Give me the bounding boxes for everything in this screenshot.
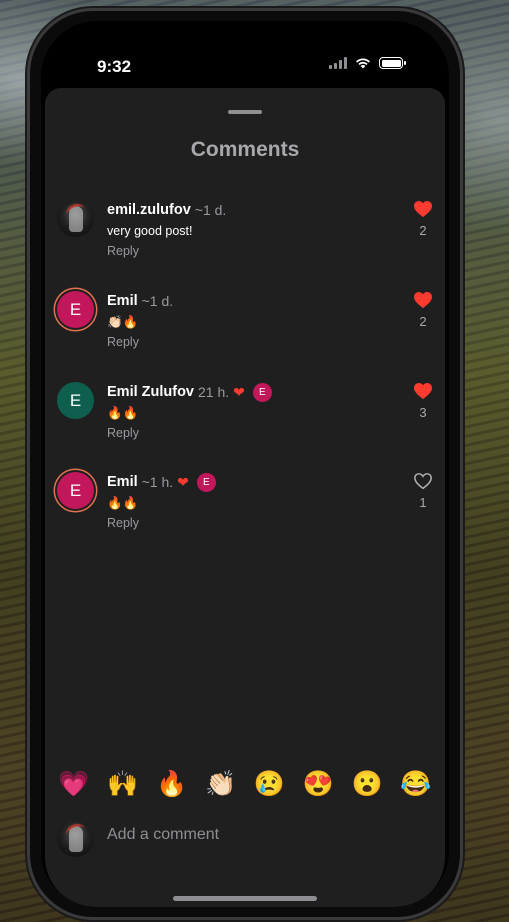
avatar[interactable] [57,200,94,237]
comment-text: 👏🏻🔥 [107,315,139,329]
reaction-clap-button[interactable]: 👏🏻 [204,767,238,801]
comment-text: 🔥🔥 [107,496,139,510]
heart-filled-icon[interactable] [413,291,433,309]
reaction-raised-hands-button[interactable]: 🙌 [106,767,140,801]
reaction-surprised-button[interactable]: 😮 [350,767,384,801]
comment-body: Emil Zulufov 21 h. ❤ E 🔥🔥 Reply [107,382,272,440]
comment-body: Emil ~1 d. 👏🏻🔥 Reply [107,291,173,349]
current-user-avatar [57,820,94,857]
like-control: 1 [411,472,435,510]
comment-username[interactable]: Emil [107,474,138,490]
author-mini-avatar: E [196,472,216,492]
avatar[interactable]: E [57,382,94,419]
comment-item: emil.zulufov ~1 d. very good post! Reply… [57,200,435,270]
like-count: 1 [419,495,427,510]
comment-header: emil.zulufov ~1 d. [107,200,226,220]
status-icons [329,57,406,69]
quick-reactions-bar: 💗 🙌 🔥 👏🏻 😢 😍 😮 😂 [53,767,437,801]
heart-filled-icon[interactable] [413,200,433,218]
comment-item: E Emil Zulufov 21 h. ❤ E 🔥🔥 Reply 3 [57,382,435,452]
comment-time: ~1 h. [141,474,174,490]
reply-button[interactable]: Reply [107,244,226,258]
like-count: 3 [419,405,427,420]
comment-body: emil.zulufov ~1 d. very good post! Reply [107,200,226,258]
like-control: 2 [411,291,435,329]
comment-header: Emil Zulufov 21 h. ❤ E [107,382,272,402]
reply-button[interactable]: Reply [107,335,173,349]
cellular-signal-icon [329,57,347,69]
like-control: 2 [411,200,435,238]
status-time: 9:32 [97,57,132,76]
comment-item: E Emil ~1 h. ❤ E 🔥🔥 Reply 1 [57,472,435,542]
comment-header: Emil ~1 d. [107,291,173,311]
sheet-grabber[interactable] [228,110,262,114]
add-comment-input[interactable] [107,826,397,844]
comment-username[interactable]: emil.zulufov [107,202,191,218]
reaction-heart-button[interactable]: 💗 [57,767,91,801]
home-indicator[interactable] [173,896,317,901]
author-liked-heart-icon: ❤ [177,474,189,490]
phone-screen: 9:32 Comments emil.zulufov ~1 d. very go… [41,21,449,907]
comment-text: 🔥🔥 [107,406,139,420]
battery-icon [379,57,406,69]
comment-body: Emil ~1 h. ❤ E 🔥🔥 Reply [107,472,216,530]
like-control: 3 [411,382,435,420]
avatar[interactable]: E [57,472,94,509]
comment-time: ~1 d. [141,293,174,309]
comment-username[interactable]: Emil Zulufov [107,384,194,400]
reaction-heart-eyes-button[interactable]: 😍 [301,767,335,801]
comments-sheet: Comments emil.zulufov ~1 d. very good po… [45,88,445,907]
reply-button[interactable]: Reply [107,516,216,530]
reaction-laughing-button[interactable]: 😂 [399,767,433,801]
sheet-title: Comments [190,138,300,161]
comment-time: ~1 d. [194,202,227,218]
like-count: 2 [419,223,427,238]
reaction-fire-button[interactable]: 🔥 [155,767,189,801]
like-count: 2 [419,314,427,329]
reaction-crying-button[interactable]: 😢 [252,767,286,801]
avatar[interactable]: E [57,291,94,328]
wifi-icon [356,58,370,69]
comment-time: 21 h. [198,384,230,400]
comment-item: E Emil ~1 d. 👏🏻🔥 Reply 2 [57,291,435,361]
heart-outline-icon[interactable] [413,472,433,490]
author-liked-heart-icon: ❤ [233,384,245,400]
comment-composer [57,820,433,858]
comment-header: Emil ~1 h. ❤ E [107,472,216,492]
heart-filled-icon[interactable] [413,382,433,400]
phone-frame: 9:32 Comments emil.zulufov ~1 d. very go… [27,8,463,920]
comment-username[interactable]: Emil [107,293,138,309]
reply-button[interactable]: Reply [107,426,272,440]
comment-text: very good post! [107,224,193,238]
author-mini-avatar: E [252,382,272,402]
